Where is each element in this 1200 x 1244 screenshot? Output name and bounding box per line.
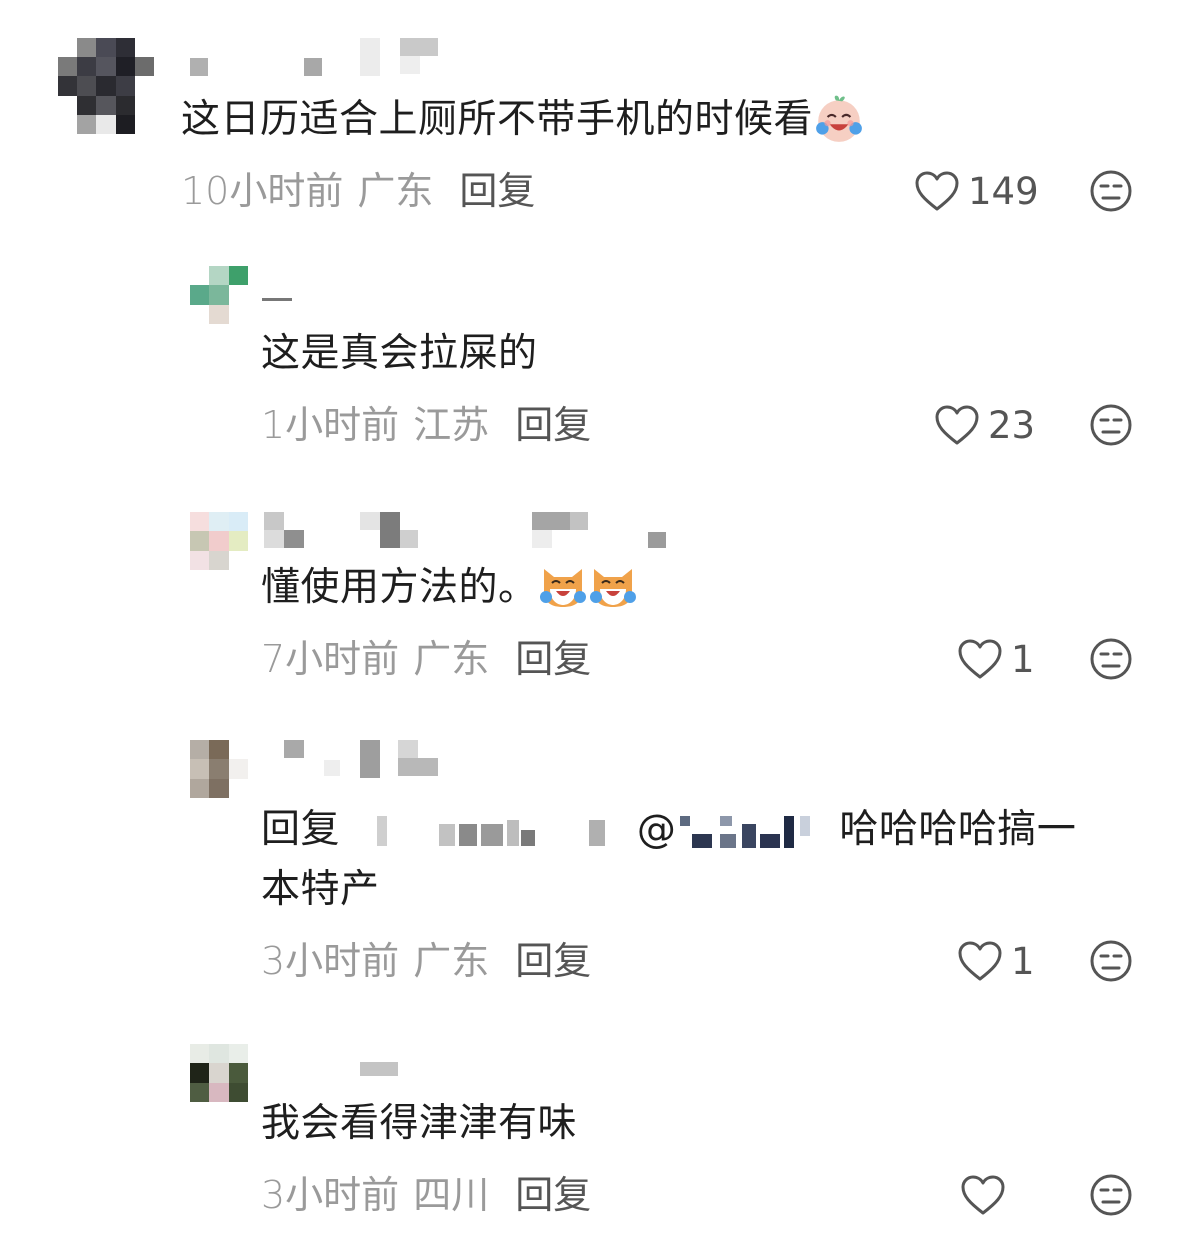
comment-time: 1小时前 — [261, 403, 400, 447]
comment-item: 这是真会拉屎的 1小时前 江苏 回复 23 — [0, 230, 1200, 470]
like-button[interactable]: 23 — [934, 400, 1035, 450]
like-count: 23 — [988, 403, 1036, 447]
neutral-face-icon[interactable] — [1089, 939, 1133, 983]
comment-location: 广东 — [357, 169, 434, 213]
like-button[interactable]: 1 — [957, 634, 1035, 684]
neutral-face-icon[interactable] — [1089, 1173, 1133, 1217]
reply-button[interactable]: 回复 — [459, 169, 535, 213]
comment-location: 江苏 — [413, 403, 490, 447]
comment-meta: 10小时前 广东 回复 — [181, 166, 535, 216]
avatar[interactable] — [58, 38, 154, 134]
username-blurred[interactable] — [188, 38, 448, 78]
comment-item: 回复 @ 哈哈哈哈搞一 本特产 3小时前 广东 回复 1 — [0, 710, 1200, 1010]
like-count: 149 — [968, 169, 1039, 213]
like-count: 1 — [1011, 939, 1035, 983]
avatar[interactable] — [190, 266, 248, 324]
like-button[interactable]: 1 — [957, 936, 1035, 986]
mention-username-blurred[interactable] — [676, 812, 826, 852]
comment-item: 懂使用方法的。 7小时前 广东 回复 1 — [0, 470, 1200, 710]
comment-time: 10小时前 — [181, 169, 344, 213]
comment-meta: 3小时前 广东 回复 — [261, 936, 591, 986]
comment-item: 这日历适合上厕所不带手机的时候看 10小时前 广东 回复 149 — [0, 0, 1200, 230]
reply-button[interactable]: 回复 — [515, 403, 591, 447]
heart-outline-icon — [958, 639, 1002, 679]
replied-username-blurred[interactable] — [367, 812, 637, 852]
reply-prefix: 回复 — [261, 807, 341, 852]
comment-time: 3小时前 — [261, 1173, 400, 1217]
comment-location: 四川 — [413, 1173, 490, 1217]
comment-location: 广东 — [413, 637, 490, 681]
username-blurred[interactable] — [262, 288, 302, 328]
crying-laughing-face-icon — [816, 95, 862, 142]
comment-text: 懂使用方法的。 — [261, 558, 638, 618]
heart-outline-icon — [935, 405, 979, 445]
like-button[interactable] — [960, 1170, 1014, 1220]
comment-meta: 3小时前 四川 回复 — [261, 1170, 591, 1220]
comment-meta: 1小时前 江苏 回复 — [261, 400, 591, 450]
avatar[interactable] — [190, 1044, 248, 1102]
laughing-cat-icon — [589, 568, 636, 607]
like-count: 1 — [1011, 637, 1035, 681]
comment-time: 3小时前 — [261, 939, 400, 983]
username-blurred[interactable] — [264, 512, 684, 552]
neutral-face-icon[interactable] — [1089, 403, 1133, 447]
comment-text: 回复 @ 哈哈哈哈搞一 — [261, 800, 1076, 860]
username-blurred[interactable] — [284, 740, 444, 780]
comment-text-content: 这日历适合上厕所不带手机的时候看 — [181, 97, 814, 142]
avatar[interactable] — [190, 512, 248, 570]
comment-text-content: 哈哈哈哈搞一 — [839, 807, 1077, 852]
neutral-face-icon[interactable] — [1089, 637, 1133, 681]
comment-text: 这日历适合上厕所不带手机的时候看 — [181, 90, 865, 150]
avatar[interactable] — [190, 740, 248, 798]
comment-meta: 7小时前 广东 回复 — [261, 634, 591, 684]
heart-outline-icon — [915, 171, 959, 211]
comment-item: 我会看得津津有味 3小时前 四川 回复 — [0, 1010, 1200, 1244]
comment-text: 我会看得津津有味 — [261, 1101, 578, 1146]
neutral-face-icon[interactable] — [1089, 169, 1133, 213]
comment-text-content: 懂使用方法的。 — [261, 565, 538, 610]
heart-outline-icon — [958, 941, 1002, 981]
reply-button[interactable]: 回复 — [515, 637, 591, 681]
like-button[interactable]: 149 — [914, 166, 1039, 216]
heart-outline-icon — [961, 1175, 1005, 1215]
laughing-cat-icon — [539, 568, 586, 607]
comment-text: 这是真会拉屎的 — [261, 331, 538, 376]
reply-button[interactable]: 回复 — [515, 1173, 591, 1217]
mention-at-sign: @ — [636, 807, 677, 852]
reply-button[interactable]: 回复 — [515, 939, 591, 983]
comment-text-line2: 本特产 — [261, 867, 380, 912]
comment-location: 广东 — [413, 939, 490, 983]
comment-time: 7小时前 — [261, 637, 400, 681]
